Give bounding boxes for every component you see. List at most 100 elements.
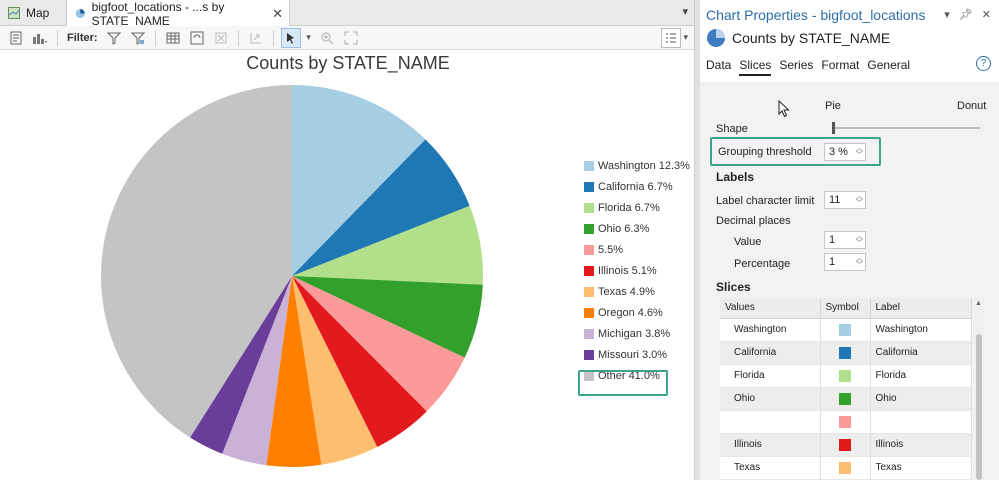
slice-symbol-cell[interactable] [820,341,871,365]
legend-item[interactable]: California 6.7% [584,181,673,193]
shape-slider[interactable] [834,127,980,129]
legend-item[interactable]: 5.5% [584,244,623,256]
pane-options-chevron-icon[interactable]: ▾ [944,8,950,21]
stepper-arrows-icon[interactable]: ︿ ﹀ [856,192,863,208]
filter-label: Filter: [67,31,98,44]
stepper-arrows-icon[interactable]: ︿ ﹀ [856,144,863,160]
legend-label: Ohio 6.3% [598,223,650,235]
filter-selection-icon[interactable] [128,28,148,48]
tab-map[interactable]: Map [2,0,64,26]
chart-name: Counts by STATE_NAME [732,30,891,46]
select-tool-icon[interactable] [280,27,301,48]
legend-item[interactable]: Illinois 5.1% [584,265,657,277]
slice-symbol-cell[interactable] [820,456,871,480]
table-row[interactable]: Texas Texas [720,456,972,480]
slice-label-cell[interactable]: Illinois [870,433,972,457]
select-dropdown-chevron-icon[interactable]: ▾ [305,28,313,48]
stepper-arrows-icon[interactable]: ︿ ﹀ [856,254,863,270]
tab-series[interactable]: Series [779,58,813,76]
legend-item[interactable]: Ohio 6.3% [584,223,649,235]
help-icon[interactable]: ? [976,56,991,71]
properties-icon[interactable] [6,28,26,48]
slice-symbol-cell[interactable] [820,318,871,342]
slice-symbol-cell[interactable] [820,410,871,434]
grouping-threshold-label: Grouping threshold [718,146,812,158]
table-icon[interactable] [163,28,183,48]
column-header-label[interactable]: Label [870,298,972,319]
pane-controls: ▾ 📌︎ ✕ [944,8,991,21]
full-extent-icon[interactable] [341,28,361,48]
slice-color-swatch[interactable] [839,415,851,428]
percentage-decimals-stepper[interactable]: 1 ︿ ﹀ [824,253,866,271]
stepper-arrows-icon[interactable]: ︿ ﹀ [856,232,863,248]
tab-slices[interactable]: Slices [739,58,772,76]
slice-color-swatch[interactable] [839,369,851,382]
filter-extent-icon[interactable] [104,28,124,48]
close-pane-icon[interactable]: ✕ [982,8,991,21]
slices-table-scrollbar[interactable]: ▲ [974,298,984,480]
slice-label-cell[interactable] [870,410,972,434]
properties-tabs: Data Slices Series Format General [706,58,910,76]
slice-label-cell[interactable]: Florida [870,364,972,388]
scroll-up-icon[interactable]: ▲ [975,300,982,307]
pane-title: Chart Properties - bigfoot_locations [706,7,926,23]
scrollbar-thumb[interactable] [976,334,982,480]
export-icon[interactable] [246,28,266,48]
slice-symbol-cell[interactable] [820,387,871,411]
pin-icon[interactable]: 📌︎ [959,8,973,21]
tab-format[interactable]: Format [821,58,859,76]
clear-selection-icon[interactable] [211,28,231,48]
value-decimals-stepper[interactable]: 1 ︿ ﹀ [824,231,866,249]
slice-symbol-cell[interactable] [820,433,871,457]
slice-label-cell[interactable]: Ohio [870,387,972,411]
grouping-threshold-stepper[interactable]: 3 % ︿ ﹀ [824,143,866,161]
zoom-in-icon[interactable] [317,28,337,48]
slice-color-swatch[interactable] [839,438,851,451]
legend-item[interactable]: Michigan 3.8% [584,328,670,340]
legend-item[interactable]: Texas 4.9% [584,286,655,298]
pie-chart-icon [75,8,85,19]
slice-label-cell[interactable]: California [870,341,972,365]
tab-general[interactable]: General [867,58,910,76]
view-options-chevron-icon[interactable]: ▾ [683,32,688,43]
switch-selection-icon[interactable] [187,28,207,48]
slice-color-swatch[interactable] [839,392,851,405]
view-options: ▾ [661,27,688,48]
table-row[interactable]: Ohio Ohio [720,387,972,411]
shape-slider-thumb[interactable] [832,122,835,134]
tab-overflow-chevron-icon[interactable]: ▾ [682,5,688,18]
tab-chart-label: bigfoot_locations - ...s by STATE_NAME [91,0,225,28]
slice-color-swatch[interactable] [839,461,851,474]
legend-item[interactable]: Washington 12.3% [584,160,690,172]
table-row[interactable] [720,410,972,434]
legend-swatch [584,161,594,171]
slice-color-swatch[interactable] [839,323,851,336]
table-row[interactable]: California California [720,341,972,365]
slice-symbol-cell[interactable] [820,364,871,388]
tab-data[interactable]: Data [706,58,731,76]
legend-item[interactable]: Oregon 4.6% [584,307,663,319]
close-tab-icon[interactable]: ✕ [272,6,283,22]
table-row[interactable]: Washington Washington [720,318,972,342]
list-view-icon[interactable] [661,27,682,48]
legend-item[interactable]: Missouri 3.0% [584,349,667,361]
column-header-symbol[interactable]: Symbol [820,298,871,319]
add-chart-icon[interactable] [30,28,50,48]
slice-value-cell: Florida [720,364,821,388]
slice-label-cell[interactable]: Washington [870,318,972,342]
slice-color-swatch[interactable] [839,346,851,359]
chart-selector: Counts by STATE_NAME [706,28,890,48]
slice-label-cell[interactable]: Texas [870,456,972,480]
label-char-limit-stepper[interactable]: 11 ︿ ﹀ [824,191,866,209]
legend-item[interactable]: Florida 6.7% [584,202,660,214]
slice-value-cell [720,410,821,434]
column-header-values[interactable]: Values [720,298,821,319]
legend-label: Michigan 3.8% [598,328,671,340]
table-row[interactable]: Illinois Illinois [720,433,972,457]
toolbar-divider [272,29,274,46]
document-tab-bar: Map bigfoot_locations - ...s by STATE_NA… [0,0,694,28]
labels-header: Labels [716,170,755,184]
tab-chart[interactable]: bigfoot_locations - ...s by STATE_NAME ✕ [66,0,290,28]
table-row[interactable]: Florida Florida [720,364,972,388]
legend-swatch [584,350,594,360]
